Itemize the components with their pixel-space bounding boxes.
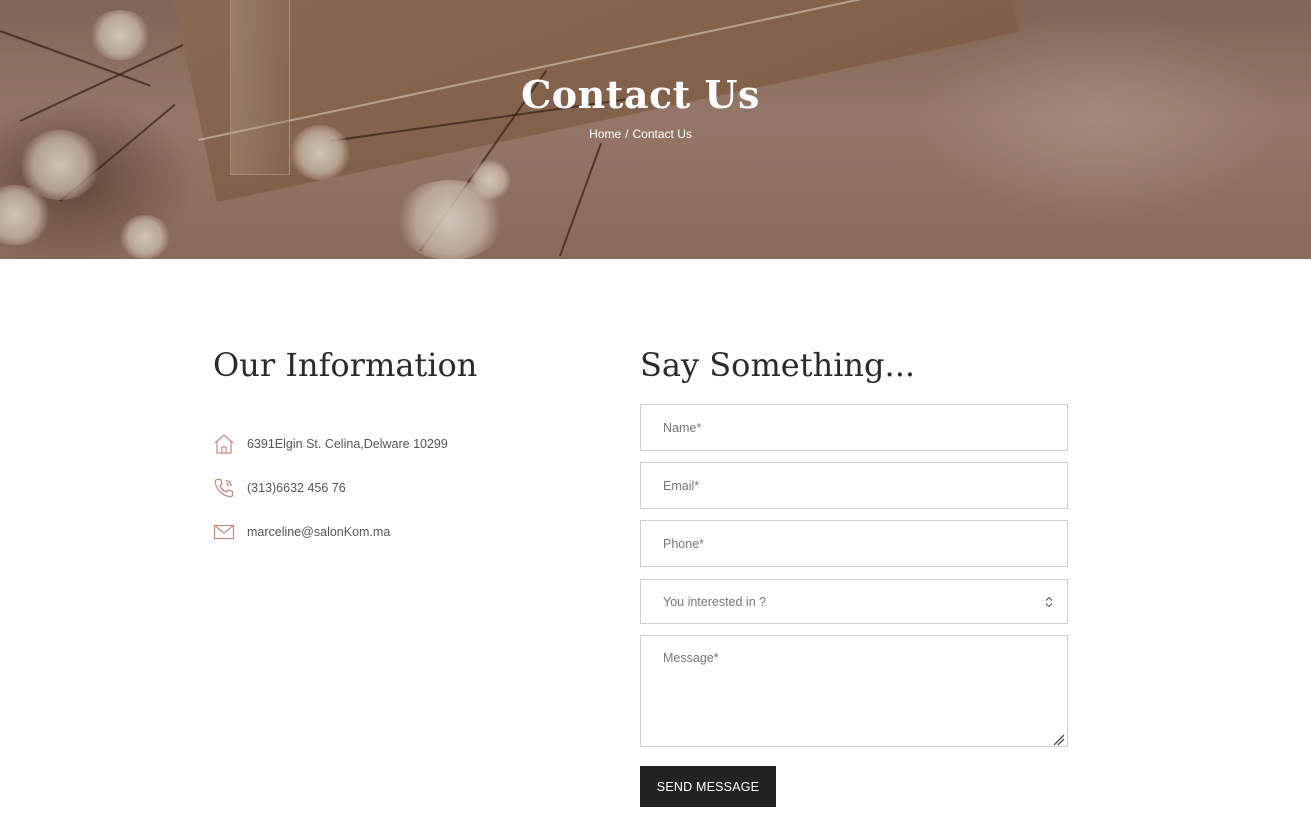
breadcrumb-separator: / — [625, 127, 629, 141]
select-updown-icon — [1045, 596, 1053, 608]
breadcrumb-home-link[interactable]: Home — [589, 127, 621, 141]
interest-select[interactable]: You interested in ? — [640, 579, 1068, 624]
home-icon — [213, 433, 235, 455]
interest-select-value: You interested in ? — [663, 594, 767, 609]
phone-text: (313)6632 456 76 — [247, 481, 346, 495]
breadcrumb-current: Contact Us — [632, 127, 692, 141]
phone-input[interactable] — [640, 520, 1068, 567]
hero-banner: Contact Us Home / Contact Us — [0, 0, 1311, 259]
form-heading: Say Something... — [640, 346, 916, 384]
breadcrumb: Home / Contact Us — [0, 127, 1281, 141]
name-input[interactable] — [640, 404, 1068, 451]
email-item: marceline@salonKom.ma — [213, 520, 390, 544]
message-textarea[interactable] — [640, 635, 1068, 747]
address-text: 6391Elgin St. Celina,Delware 10299 — [247, 437, 448, 451]
phone-item: (313)6632 456 76 — [213, 476, 346, 500]
info-heading: Our Information — [213, 346, 478, 384]
mail-icon — [213, 521, 235, 543]
send-message-button[interactable]: SEND MESSAGE — [640, 766, 776, 807]
email-input[interactable] — [640, 462, 1068, 509]
phone-icon — [213, 477, 235, 499]
page-title: Contact Us — [521, 72, 760, 117]
address-item: 6391Elgin St. Celina,Delware 10299 — [213, 432, 448, 456]
resize-grip-icon[interactable] — [1052, 731, 1065, 746]
email-text: marceline@salonKom.ma — [247, 525, 391, 539]
